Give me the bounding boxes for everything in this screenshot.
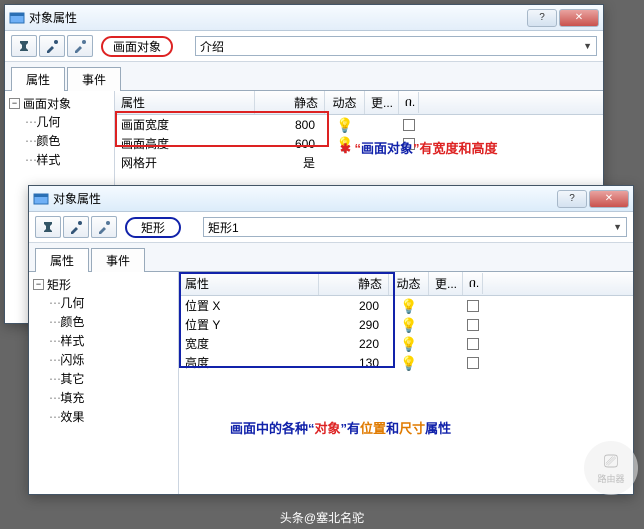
checkbox[interactable] <box>467 319 479 331</box>
checkbox[interactable] <box>403 119 415 131</box>
col-static: 静态 <box>255 91 325 114</box>
properties-table: 属性 静态 动态 更... በ. 位置 X 200 💡 位置 Y 290 💡 <box>179 272 633 494</box>
col-more: 更... <box>429 272 463 295</box>
chevron-down-icon: ▼ <box>613 222 622 232</box>
eyedropper2-button[interactable] <box>67 35 93 57</box>
bulb-icon[interactable]: 💡 <box>325 118 365 132</box>
checkbox[interactable] <box>467 300 479 312</box>
tree-item[interactable]: 样式 <box>49 331 174 350</box>
star-icon: ✱ <box>340 141 355 156</box>
collapse-icon[interactable]: − <box>9 98 20 109</box>
object-type-label: 矩形 <box>125 217 181 238</box>
table-row[interactable]: 高度 130 💡 <box>179 353 633 372</box>
col-attr: 属性 <box>179 272 319 295</box>
tree-item[interactable]: 几何 <box>25 112 110 131</box>
table-row[interactable]: 画面宽度 800 💡 <box>115 115 603 134</box>
col-static: 静态 <box>319 272 389 295</box>
checkbox[interactable] <box>467 338 479 350</box>
help-button[interactable]: ? <box>557 190 587 208</box>
help-button[interactable]: ? <box>527 9 557 27</box>
close-button[interactable]: ✕ <box>559 9 599 27</box>
window-title: 对象属性 <box>29 9 527 26</box>
table-row[interactable]: 宽度 220 💡 <box>179 334 633 353</box>
annotation-1: ✱ “画面对象”有宽度和高度 <box>340 138 498 157</box>
collapse-icon[interactable]: − <box>33 279 44 290</box>
toolbar: 矩形 矩形1 ▼ <box>29 212 633 243</box>
tree-item[interactable]: 闪烁 <box>49 350 174 369</box>
watermark-badge: ⎚ 路由器 <box>584 441 638 495</box>
table-header: 属性 静态 动态 更... በ. <box>179 272 633 296</box>
tree-item[interactable]: 效果 <box>49 407 174 426</box>
object-type-label: 画面对象 <box>101 36 173 57</box>
col-more: 更... <box>365 91 399 114</box>
combo-value: 矩形1 <box>208 219 239 236</box>
window-title: 对象属性 <box>53 190 557 207</box>
bulb-icon[interactable]: 💡 <box>389 299 429 313</box>
eyedropper-button[interactable] <box>39 35 65 57</box>
pin-button[interactable] <box>35 216 61 238</box>
chevron-down-icon: ▼ <box>583 41 592 51</box>
footer-credit: 头条@塞北名驼 <box>0 506 644 529</box>
object-selector-combo[interactable]: 介绍 ▼ <box>195 36 597 56</box>
tree-root[interactable]: − 矩形 <box>33 276 174 293</box>
app-icon <box>33 191 49 207</box>
tree-item[interactable]: 其它 <box>49 369 174 388</box>
annotation-2: 画面中的各种“对象”有位置和尺寸属性 <box>230 418 451 437</box>
tree-panel: − 矩形 几何 颜色 样式 闪烁 其它 填充 效果 <box>29 272 179 494</box>
window-buttons: ? ✕ <box>557 190 629 208</box>
tabbar: 属性 事件 <box>5 62 603 91</box>
tree-item[interactable]: 颜色 <box>25 131 110 150</box>
titlebar[interactable]: 对象属性 ? ✕ <box>29 186 633 212</box>
col-dynamic: 动态 <box>325 91 365 114</box>
bulb-icon[interactable]: 💡 <box>389 337 429 351</box>
tree-item[interactable]: 颜色 <box>49 312 174 331</box>
tab-events[interactable]: 事件 <box>67 67 121 91</box>
eyedropper-button[interactable] <box>63 216 89 238</box>
col-attr: 属性 <box>115 91 255 114</box>
object-selector-combo[interactable]: 矩形1 ▼ <box>203 217 627 237</box>
col-lock: በ. <box>463 273 483 294</box>
col-dynamic: 动态 <box>389 272 429 295</box>
tree-item[interactable]: 几何 <box>49 293 174 312</box>
titlebar[interactable]: 对象属性 ? ✕ <box>5 5 603 31</box>
tab-properties[interactable]: 属性 <box>11 67 65 91</box>
checkbox[interactable] <box>467 357 479 369</box>
pin-button[interactable] <box>11 35 37 57</box>
tree-item[interactable]: 样式 <box>25 150 110 169</box>
tab-properties[interactable]: 属性 <box>35 248 89 272</box>
col-lock: በ. <box>399 92 419 113</box>
tab-events[interactable]: 事件 <box>91 248 145 272</box>
bulb-icon[interactable]: 💡 <box>389 356 429 370</box>
window-object-props-2: 对象属性 ? ✕ 矩形 矩形1 ▼ 属性 事件 − 矩形 几何 颜色 样式 <box>28 185 634 495</box>
table-row[interactable]: 位置 X 200 💡 <box>179 296 633 315</box>
eyedropper2-button[interactable] <box>91 216 117 238</box>
router-icon: ⎚ <box>604 451 618 472</box>
tabbar: 属性 事件 <box>29 243 633 272</box>
close-button[interactable]: ✕ <box>589 190 629 208</box>
tree-root[interactable]: − 画面对象 <box>9 95 110 112</box>
toolbar: 画面对象 介绍 ▼ <box>5 31 603 62</box>
combo-value: 介绍 <box>200 38 224 55</box>
window-buttons: ? ✕ <box>527 9 599 27</box>
app-icon <box>9 10 25 26</box>
table-row[interactable]: 位置 Y 290 💡 <box>179 315 633 334</box>
tree-item[interactable]: 填充 <box>49 388 174 407</box>
content-area: − 矩形 几何 颜色 样式 闪烁 其它 填充 效果 属性 静态 动态 更... … <box>29 272 633 494</box>
table-header: 属性 静态 动态 更... በ. <box>115 91 603 115</box>
bulb-icon[interactable]: 💡 <box>389 318 429 332</box>
